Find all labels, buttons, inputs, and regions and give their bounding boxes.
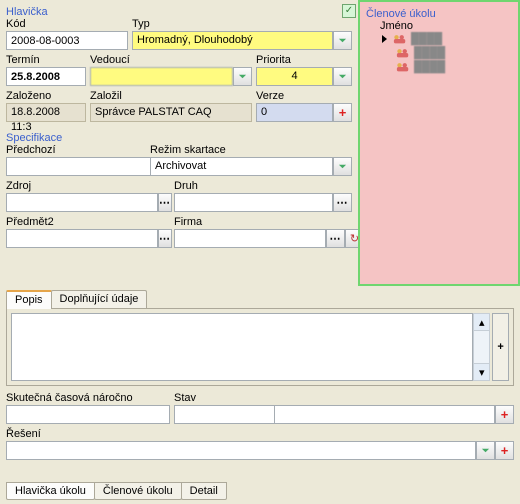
reseni-label: Řešení	[6, 428, 514, 440]
tree-item-label: ████	[411, 33, 442, 45]
vedouci-input[interactable]	[90, 67, 233, 86]
predmet2-browse-button[interactable]: ⋯	[158, 229, 172, 248]
verze-label: Verze	[256, 90, 352, 102]
tree-item[interactable]: ████	[366, 46, 512, 60]
scroll-up-button[interactable]: ▴	[473, 313, 490, 331]
stav-extra-label	[274, 392, 514, 404]
tab-popis[interactable]: Popis	[6, 290, 52, 309]
reseni-dropdown-button[interactable]	[476, 441, 495, 460]
tree-item-label: ████	[414, 47, 445, 59]
zdroj-input[interactable]	[6, 193, 158, 212]
kod-label: Kód	[6, 18, 128, 30]
popis-add-button[interactable]: +	[492, 313, 509, 381]
users-icon	[396, 61, 410, 73]
kod-input[interactable]	[6, 31, 128, 50]
priorita-input[interactable]: 4	[256, 67, 333, 86]
reseni-input[interactable]	[6, 441, 476, 460]
tree-item-label: ████	[414, 61, 445, 73]
rezim-dropdown-button[interactable]	[333, 157, 352, 176]
vedouci-label: Vedoucí	[90, 54, 252, 66]
group-specifikace: Specifikace	[6, 132, 352, 144]
predchozi-input[interactable]	[6, 157, 158, 176]
zdroj-label: Zdroj	[6, 180, 170, 192]
termin-input[interactable]	[6, 67, 86, 86]
header-checkbox[interactable]: ✓	[342, 4, 356, 18]
predmet2-label: Předmět2	[6, 216, 170, 228]
typ-input[interactable]: Hromadný, Dlouhodobý	[132, 31, 333, 50]
druh-input[interactable]	[174, 193, 333, 212]
zalozeno-label: Založeno	[6, 90, 86, 102]
verze-input[interactable]: 0	[256, 103, 333, 122]
typ-dropdown-button[interactable]	[333, 31, 352, 50]
users-icon	[393, 33, 407, 45]
users-icon	[396, 47, 410, 59]
scroll-track[interactable]	[473, 331, 490, 363]
vedouci-dropdown-button[interactable]	[233, 67, 252, 86]
clenove-panel: Členové úkolu Jméno ████ ████ ████	[358, 0, 520, 286]
verze-add-button[interactable]: +	[333, 103, 352, 122]
firma-input[interactable]	[174, 229, 326, 248]
rezim-input[interactable]: Archivovat	[150, 157, 333, 176]
priorita-label: Priorita	[256, 54, 352, 66]
group-hlavicka: Hlavička	[6, 6, 352, 18]
druh-label: Druh	[174, 180, 352, 192]
predmet2-input[interactable]	[6, 229, 158, 248]
bottom-tab-hlavicka[interactable]: Hlavička úkolu	[6, 482, 95, 500]
druh-browse-button[interactable]: ⋯	[333, 193, 352, 212]
typ-label: Typ	[132, 18, 352, 30]
clenove-title: Členové úkolu	[366, 8, 512, 20]
stav-extra-add-button[interactable]: +	[495, 405, 514, 424]
skutecna-input[interactable]	[6, 405, 170, 424]
firma-browse-button[interactable]: ⋯	[326, 229, 345, 248]
tree-item[interactable]: ████	[366, 32, 512, 46]
jmeno-header: Jméno	[366, 20, 512, 32]
popis-textarea[interactable]	[11, 313, 473, 381]
stav-label: Stav	[174, 392, 270, 404]
zdroj-browse-button[interactable]: ⋯	[158, 193, 172, 212]
zalozil-value: Správce PALSTAT CAQ	[90, 103, 252, 122]
scrollbar[interactable]: ▴ ▾	[473, 313, 490, 381]
rezim-label: Režim skartace	[150, 144, 352, 156]
termin-label: Termín	[6, 54, 86, 66]
priorita-dropdown-button[interactable]	[333, 67, 352, 86]
tree-arrow-icon	[382, 35, 387, 43]
tab-doplnujici[interactable]: Doplňující údaje	[51, 290, 148, 308]
scroll-down-button[interactable]: ▾	[473, 363, 490, 381]
zalozeno-value: 18.8.2008 11:3	[6, 103, 86, 122]
tree-item[interactable]: ████	[366, 60, 512, 74]
zalozil-label: Založil	[90, 90, 252, 102]
bottom-tab-clenove[interactable]: Členové úkolu	[94, 482, 182, 500]
skutecna-label: Skutečná časová náročno	[6, 392, 170, 404]
firma-label: Firma	[174, 216, 364, 228]
stav-extra-input[interactable]	[274, 405, 495, 424]
predchozi-label: Předchozí	[6, 144, 146, 156]
bottom-tab-detail[interactable]: Detail	[181, 482, 227, 500]
reseni-add-button[interactable]: +	[495, 441, 514, 460]
